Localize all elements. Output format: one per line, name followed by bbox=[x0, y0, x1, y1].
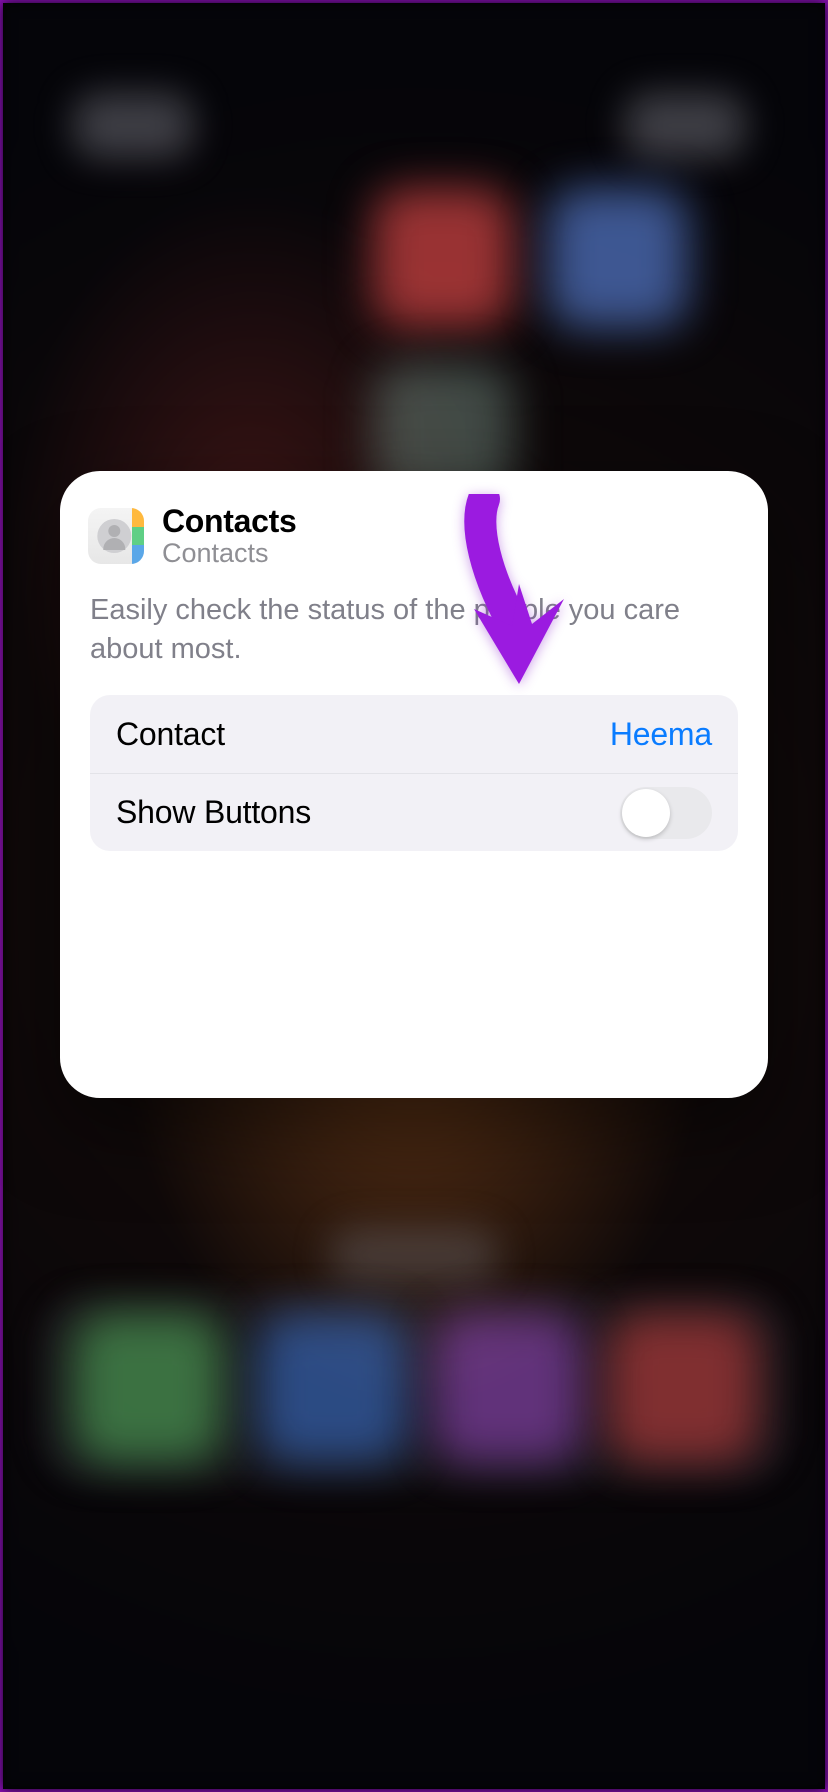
bg-dock-icon bbox=[433, 1313, 583, 1463]
show-buttons-row: Show Buttons bbox=[90, 773, 738, 851]
contact-row[interactable]: Contact Heema bbox=[90, 695, 738, 773]
widget-subtitle: Contacts bbox=[162, 538, 297, 569]
status-pill-left bbox=[73, 93, 193, 158]
widget-description: Easily check the status of the people yo… bbox=[88, 591, 740, 669]
status-pill-right bbox=[625, 93, 745, 158]
bg-dock-icon bbox=[73, 1313, 223, 1463]
show-buttons-toggle[interactable] bbox=[620, 787, 712, 839]
bg-app-icon bbox=[373, 188, 513, 328]
contact-label: Contact bbox=[116, 716, 225, 753]
bg-search-pill bbox=[329, 1228, 499, 1283]
modal-titles: Contacts Contacts bbox=[162, 503, 297, 569]
widget-settings-modal: Contacts Contacts Easily check the statu… bbox=[60, 471, 768, 1098]
bg-dock-icon bbox=[608, 1313, 758, 1463]
toggle-knob bbox=[622, 789, 670, 837]
modal-header: Contacts Contacts bbox=[88, 503, 740, 569]
bg-dock-icon bbox=[258, 1313, 408, 1463]
contact-value: Heema bbox=[610, 716, 712, 753]
show-buttons-label: Show Buttons bbox=[116, 794, 311, 831]
widget-title: Contacts bbox=[162, 503, 297, 540]
contacts-app-icon bbox=[88, 508, 144, 564]
bg-app-icon bbox=[548, 188, 688, 328]
settings-list: Contact Heema Show Buttons bbox=[90, 695, 738, 851]
